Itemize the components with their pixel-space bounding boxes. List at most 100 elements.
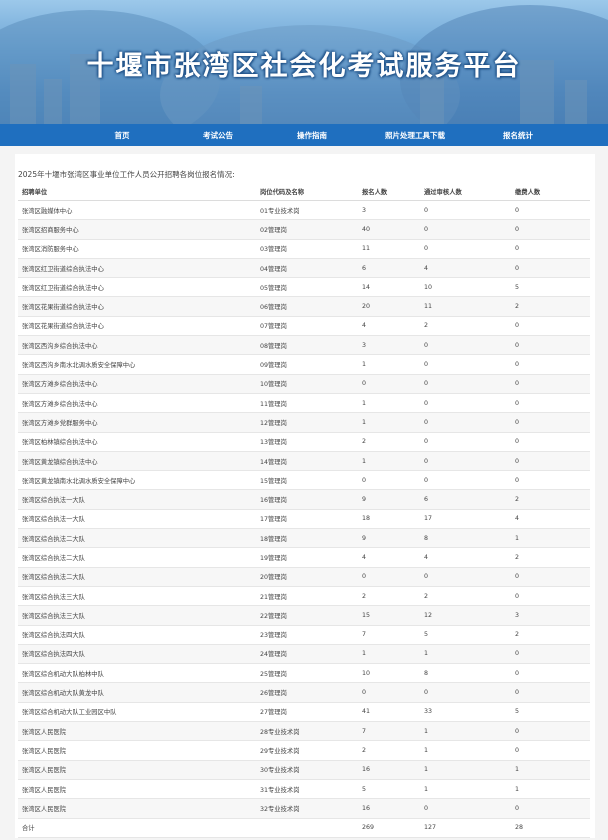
cell-paid: 0 [511, 682, 590, 703]
cell-approved: 0 [420, 219, 511, 240]
cell-applicants: 14 [358, 277, 420, 298]
cell-approved: 8 [420, 663, 511, 684]
banner-building [240, 86, 262, 124]
table-row: 张湾区综合执法四大队 24管理岗 1 1 0 [18, 644, 590, 665]
cell-paid: 0 [511, 354, 590, 375]
cell-position: 08管理岗 [256, 335, 358, 356]
cell-applicants: 9 [358, 489, 420, 510]
main-nav: 首页 考试公告 操作指南 照片处理工具下载 报名统计 [0, 124, 608, 146]
cell-approved: 0 [420, 374, 511, 394]
cell-unit: 张湾区方滩乡综合执法中心 [18, 374, 256, 394]
table-row: 张湾区方滩乡综合执法中心 10管理岗 0 0 0 [18, 374, 590, 394]
cell-paid: 0 [511, 393, 590, 414]
cell-applicants: 4 [358, 547, 420, 568]
cell-position: 27管理岗 [256, 702, 358, 723]
cell-applicants: 9 [358, 528, 420, 549]
cell-paid: 1 [511, 779, 590, 800]
cell-approved: 0 [420, 682, 511, 703]
cell-position: 20管理岗 [256, 567, 358, 587]
cell-approved: 5 [420, 625, 511, 645]
cell-unit: 张湾区综合执法三大队 [18, 605, 256, 626]
total-applicants: 269 [358, 818, 420, 838]
cell-position: 05管理岗 [256, 277, 358, 298]
table-row: 张湾区消防服务中心 03管理岗 11 0 0 [18, 239, 590, 259]
cell-unit: 张湾区人民医院 [18, 760, 256, 780]
cell-applicants: 10 [358, 663, 420, 684]
cell-applicants: 0 [358, 470, 420, 491]
table-row: 张湾区综合执法三大队 22管理岗 15 12 3 [18, 605, 590, 626]
cell-paid: 5 [511, 702, 590, 723]
total-label: 合计 [18, 818, 256, 838]
col-header-unit: 招聘单位 [18, 183, 256, 201]
cell-paid: 0 [511, 412, 590, 433]
table-row: 张湾区综合执法三大队 21管理岗 2 2 0 [18, 586, 590, 607]
cell-unit: 张湾区人民医院 [18, 740, 256, 761]
table-row: 张湾区西沟乡南水北调水质安全保障中心 09管理岗 1 0 0 [18, 354, 590, 375]
cell-position: 02管理岗 [256, 219, 358, 240]
cell-paid: 0 [511, 798, 590, 819]
cell-paid: 0 [511, 470, 590, 491]
cell-position: 15管理岗 [256, 470, 358, 491]
nav-item-exam-notice[interactable]: 考试公告 [178, 130, 258, 141]
cell-applicants: 1 [358, 393, 420, 414]
cell-approved: 0 [420, 239, 511, 259]
cell-position: 03管理岗 [256, 239, 358, 259]
cell-position: 17管理岗 [256, 509, 358, 530]
cell-unit: 张湾区人民医院 [18, 779, 256, 800]
table-row: 张湾区柏林镇综合执法中心 13管理岗 2 0 0 [18, 432, 590, 452]
table-body: 张湾区融媒体中心 01专业技术岗 3 0 0 张湾区招商服务中心 02管理岗 40 0 0 张湾区消… [18, 200, 590, 819]
table-row: 张湾区综合执法二大队 18管理岗 9 8 1 [18, 528, 590, 549]
cell-approved: 11 [420, 296, 511, 317]
cell-paid: 0 [511, 258, 590, 279]
cell-unit: 张湾区招商服务中心 [18, 219, 256, 240]
cell-paid: 0 [511, 663, 590, 684]
nav-item-home[interactable]: 首页 [92, 130, 152, 141]
cell-position: 26管理岗 [256, 682, 358, 703]
cell-paid: 0 [511, 586, 590, 607]
cell-unit: 张湾区综合机动大队柏林中队 [18, 663, 256, 684]
cell-unit: 张湾区西沟乡南水北调水质安全保障中心 [18, 354, 256, 375]
cell-approved: 4 [420, 547, 511, 568]
cell-position: 04管理岗 [256, 258, 358, 279]
cell-unit: 张湾区融媒体中心 [18, 200, 256, 221]
cell-paid: 0 [511, 451, 590, 472]
cell-position: 12管理岗 [256, 412, 358, 433]
cell-applicants: 2 [358, 432, 420, 452]
cell-unit: 张湾区花果街道综合执法中心 [18, 316, 256, 337]
cell-approved: 1 [420, 644, 511, 665]
cell-paid: 0 [511, 432, 590, 452]
cell-applicants: 7 [358, 721, 420, 742]
table-row: 张湾区综合执法二大队 20管理岗 0 0 0 [18, 567, 590, 587]
cell-paid: 2 [511, 625, 590, 645]
cell-applicants: 0 [358, 567, 420, 587]
cell-position: 24管理岗 [256, 644, 358, 665]
table-row: 张湾区综合执法二大队 19管理岗 4 4 2 [18, 547, 590, 568]
cell-paid: 1 [511, 760, 590, 780]
cell-paid: 0 [511, 200, 590, 221]
table-row: 张湾区人民医院 29专业技术岗 2 1 0 [18, 740, 590, 761]
cell-position: 21管理岗 [256, 586, 358, 607]
cell-paid: 3 [511, 605, 590, 626]
cell-applicants: 2 [358, 586, 420, 607]
table-header-row: 招聘单位 岗位代码及名称 报名人数 通过审核人数 缴费人数 [18, 183, 590, 201]
cell-applicants: 5 [358, 779, 420, 800]
cell-approved: 0 [420, 567, 511, 587]
cell-position: 28专业技术岗 [256, 721, 358, 742]
table-row: 张湾区综合执法一大队 17管理岗 18 17 4 [18, 509, 590, 530]
cell-unit: 张湾区花果街道综合执法中心 [18, 296, 256, 317]
nav-item-guide[interactable]: 操作指南 [272, 130, 352, 141]
cell-approved: 0 [420, 354, 511, 375]
nav-item-photo-tool[interactable]: 照片处理工具下载 [356, 130, 474, 141]
cell-position: 25管理岗 [256, 663, 358, 684]
cell-paid: 0 [511, 567, 590, 587]
banner-building [565, 80, 587, 124]
registration-table: 招聘单位 岗位代码及名称 报名人数 通过审核人数 缴费人数 张湾区融媒体中心 01… [18, 183, 590, 838]
table-row: 张湾区综合执法四大队 23管理岗 7 5 2 [18, 625, 590, 645]
cell-applicants: 16 [358, 798, 420, 819]
nav-item-stats[interactable]: 报名统计 [478, 130, 558, 141]
cell-approved: 6 [420, 489, 511, 510]
table-row: 张湾区融媒体中心 01专业技术岗 3 0 0 [18, 200, 590, 221]
cell-applicants: 15 [358, 605, 420, 626]
cell-unit: 张湾区综合执法二大队 [18, 528, 256, 549]
cell-applicants: 41 [358, 702, 420, 723]
